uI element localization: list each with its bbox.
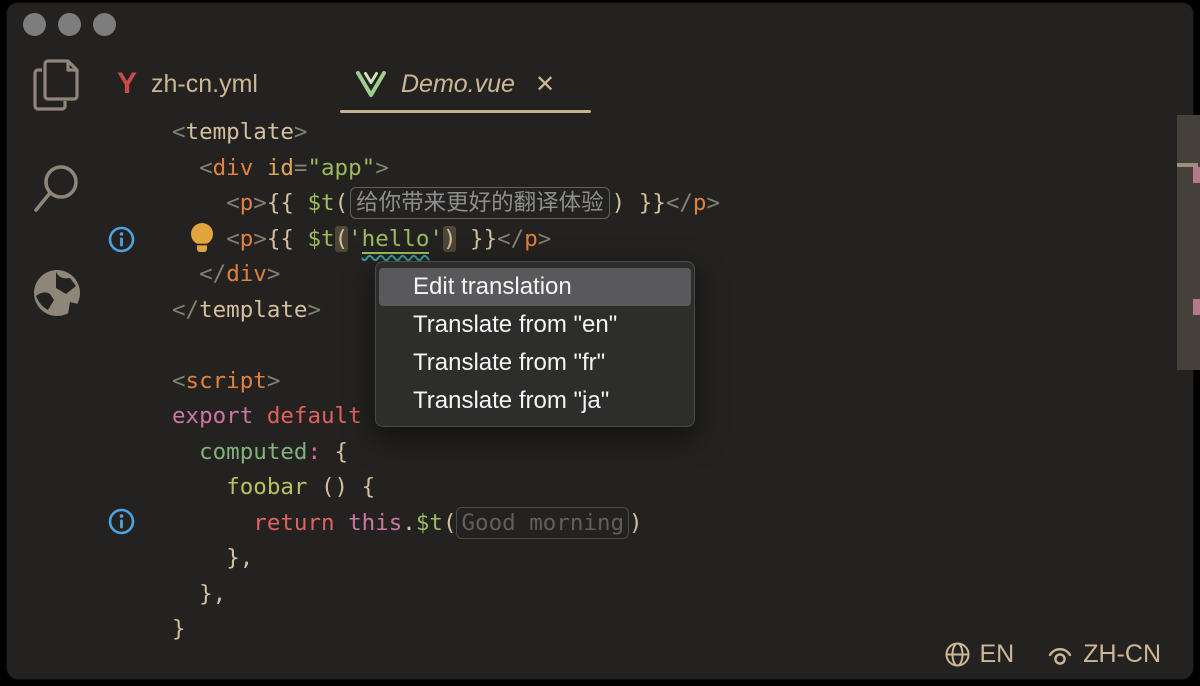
menu-item[interactable]: Edit translation [379,268,691,306]
status-display-locale[interactable]: ZH-CN [1046,640,1161,669]
tab-demo-vue[interactable]: Demo.vue ✕ [355,63,555,105]
tab-zh-cn-yml[interactable]: Y zh-cn.yml [117,63,258,105]
overview-ruler-mark [1193,167,1200,183]
tab-label: Demo.vue [401,69,515,98]
code-line: <p>{{ $t('hello') }}</p> [226,225,552,254]
overview-ruler-mark [1193,299,1200,315]
code-line: <template> [172,119,308,145]
vue-icon [355,70,387,98]
status-locale-label: ZH-CN [1083,640,1161,668]
code-line: foobar () { [226,474,376,500]
minimize-button[interactable] [58,13,81,36]
watch-locale-icon [1046,642,1074,668]
scrollbar-thumb[interactable] [1177,115,1200,370]
code-line: } [172,616,186,642]
context-menu: Edit translation Translate from "en" Trans… [375,261,695,427]
window-controls [23,13,116,36]
search-icon [32,162,82,220]
sidebar-item-search[interactable] [31,163,83,219]
code-line: computed: { [199,438,349,465]
sidebar-item-i18n[interactable] [31,265,83,321]
code-line: <div id="app"> [199,154,389,181]
code-line: <p>{{ $t(给你带来更好的翻译体验) }}</p> [172,186,720,222]
editor-window: Y zh-cn.yml Demo.vue ✕ <template> <div i… [6,2,1200,680]
menu-item[interactable]: Translate from "fr" [379,344,691,382]
yaml-icon: Y [117,67,138,100]
files-icon [32,56,82,114]
code-line: return this.$t(Good morning) [172,506,720,542]
status-bar: EN ZH-CN [944,640,1161,669]
globe-icon [32,268,82,318]
status-locale-label: EN [979,640,1015,668]
info-icon [108,508,135,535]
tab-label: zh-cn.yml [151,69,258,98]
sidebar-item-explorer[interactable] [31,57,83,113]
code-line: }, [226,545,254,571]
menu-item[interactable]: Translate from "en" [379,306,691,344]
close-button[interactable] [23,13,46,36]
zoom-button[interactable] [93,13,116,36]
globe-icon [944,641,971,668]
active-tab-indicator [340,110,591,113]
lightbulb-icon[interactable] [188,222,216,256]
menu-item[interactable]: Translate from "ja" [379,382,691,420]
status-source-locale[interactable]: EN [944,640,1015,669]
code-line: }, [199,580,227,607]
info-icon [108,226,135,253]
close-tab-icon[interactable]: ✕ [535,70,555,99]
